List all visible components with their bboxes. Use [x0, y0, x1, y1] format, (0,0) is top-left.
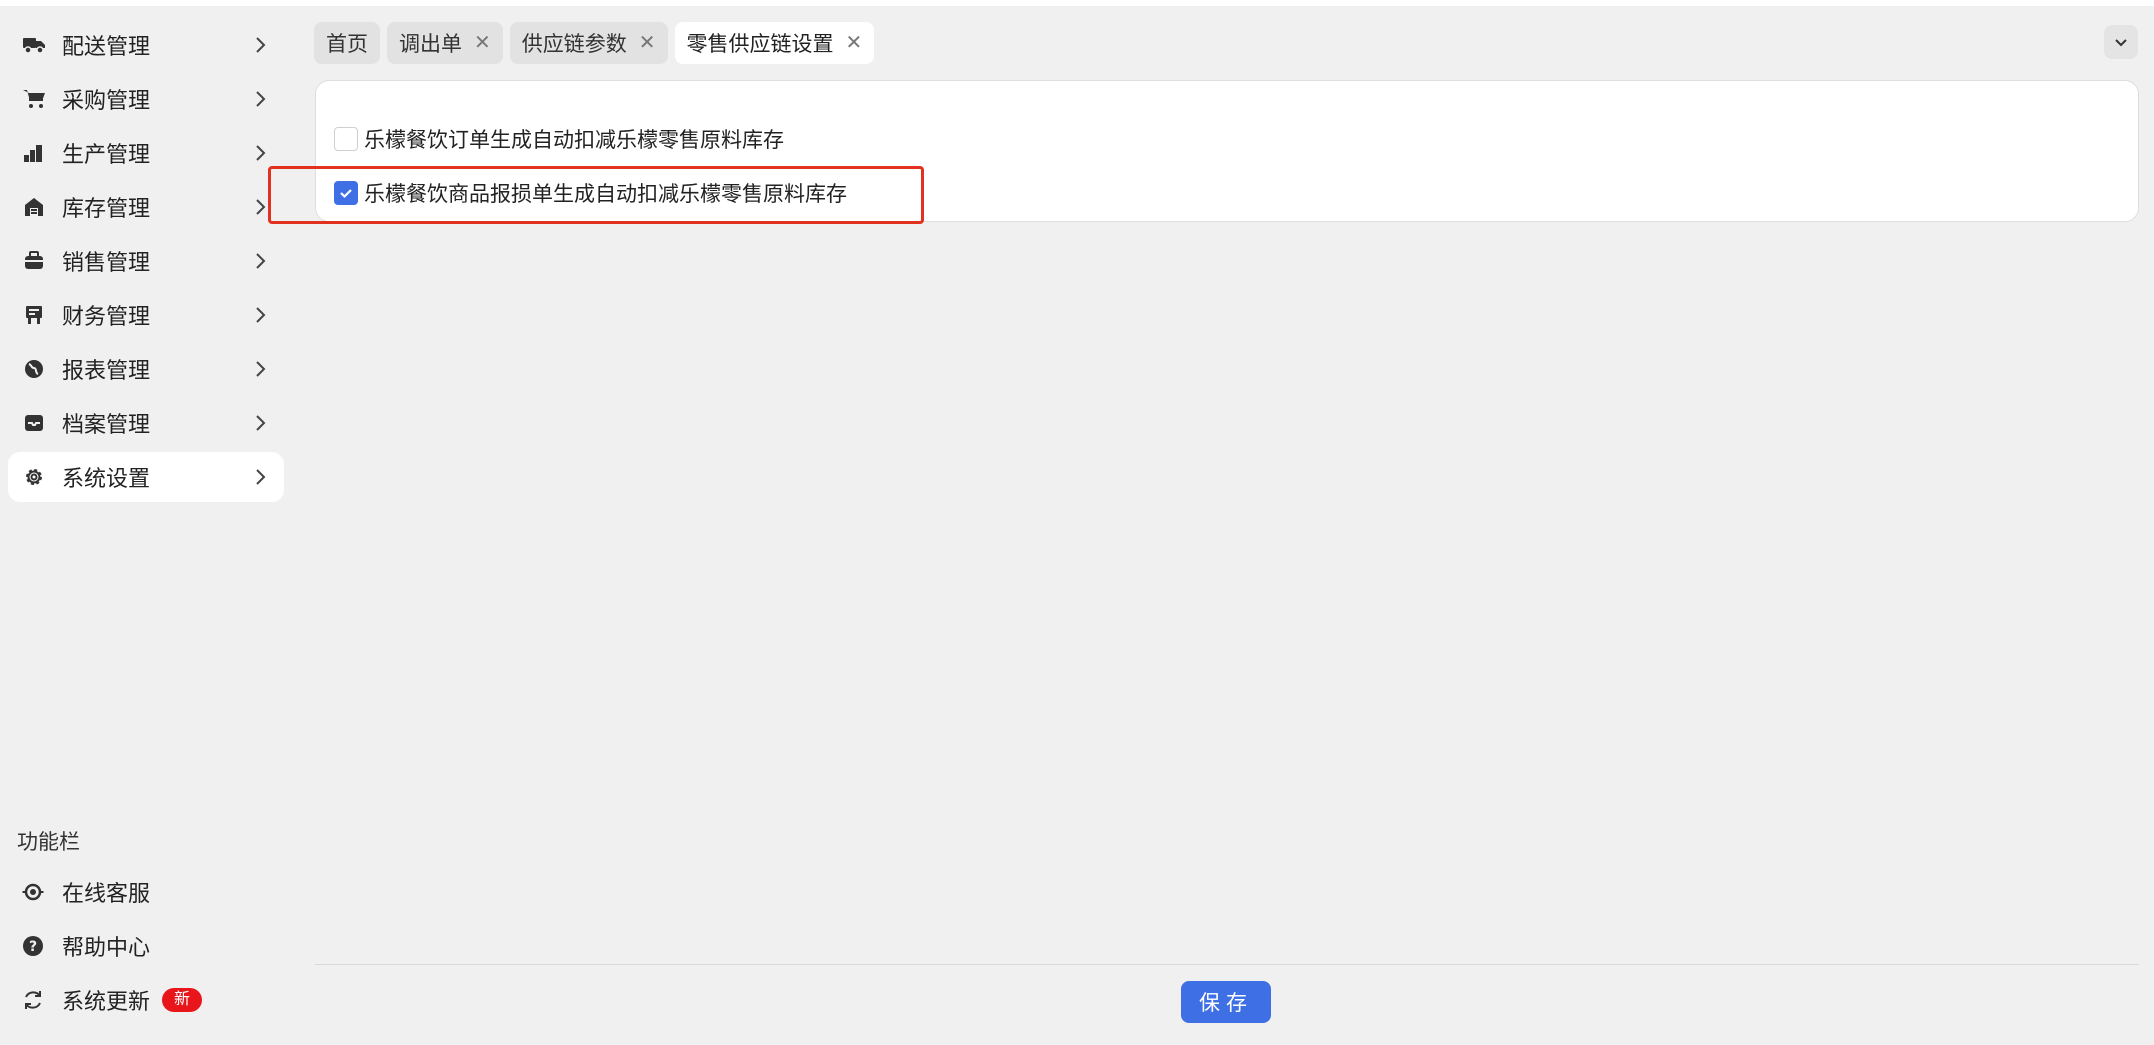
chevron-right-icon [256, 91, 266, 107]
sidebar-item-label: 系统设置 [62, 466, 151, 491]
tab-transfer-out[interactable]: 调出单 ✕ [387, 22, 503, 64]
sidebar-item-label: 销售管理 [62, 250, 151, 275]
footer-divider [315, 964, 2139, 965]
chevron-right-icon [256, 469, 266, 485]
sidebar-item-finance[interactable]: 财务管理 [8, 290, 284, 340]
gear-icon [22, 465, 46, 489]
system-update-item[interactable]: 系统更新 新 [8, 978, 284, 1022]
new-badge: 新 [162, 988, 203, 1012]
truck-icon [22, 33, 46, 57]
tabs-dropdown-button[interactable] [2104, 25, 2138, 59]
chevron-down-icon [2115, 39, 2127, 47]
sidebar-item-inventory[interactable]: 库存管理 [8, 182, 284, 232]
close-icon[interactable]: ✕ [846, 33, 863, 53]
chevron-right-icon [256, 145, 266, 161]
help-icon: ? [20, 933, 46, 959]
sidebar-item-purchase[interactable]: 采购管理 [8, 74, 284, 124]
sidebar-item-label: 生产管理 [62, 142, 151, 167]
refresh-icon [20, 987, 46, 1013]
customer-service-icon [20, 879, 46, 905]
chevron-right-icon [256, 361, 266, 377]
tab-retail-supply-chain-settings[interactable]: 零售供应链设置 ✕ [674, 22, 875, 64]
chevron-right-icon [256, 415, 266, 431]
tab-label: 供应链参数 [521, 33, 627, 56]
save-button[interactable]: 保存 [1181, 981, 1271, 1023]
sidebar-item-label: 采购管理 [62, 88, 151, 113]
sidebar-item-archives[interactable]: 档案管理 [8, 398, 284, 448]
svg-text:?: ? [29, 939, 37, 955]
online-service-label: 在线客服 [62, 881, 151, 906]
sidebar-item-delivery[interactable]: 配送管理 [8, 20, 284, 70]
system-update-label: 系统更新 [62, 989, 151, 1014]
sidebar-item-label: 库存管理 [62, 196, 151, 221]
close-icon[interactable]: ✕ [639, 33, 656, 53]
option-label: 乐檬餐饮订单生成自动扣减乐檬零售原料库存 [364, 129, 784, 152]
sidebar-item-reports[interactable]: 报表管理 [8, 344, 284, 394]
highlight-box [268, 166, 924, 224]
chevron-right-icon [256, 253, 266, 269]
sidebar: 配送管理 采购管理 生产管理 库存管理 销售管理 财务管理 报表管理 档案管理 … [0, 6, 296, 1045]
checkbox[interactable] [334, 127, 358, 151]
sidebar-item-production[interactable]: 生产管理 [8, 128, 284, 178]
tab-label: 首页 [326, 33, 368, 56]
sidebar-item-label: 配送管理 [62, 34, 151, 59]
sidebar-item-label: 财务管理 [62, 304, 151, 329]
briefcase-icon [22, 249, 46, 273]
help-center-item[interactable]: ? 帮助中心 [8, 924, 284, 968]
finance-icon [22, 303, 46, 327]
tab-label: 调出单 [399, 33, 462, 56]
tab-label: 零售供应链设置 [686, 33, 834, 56]
function-bar-title: 功能栏 [17, 831, 80, 854]
option-order-deduct[interactable]: 乐檬餐饮订单生成自动扣减乐檬零售原料库存 [334, 124, 784, 154]
chevron-right-icon [256, 37, 266, 53]
help-center-label: 帮助中心 [62, 935, 151, 960]
sidebar-item-sales[interactable]: 销售管理 [8, 236, 284, 286]
archive-icon [22, 411, 46, 435]
chevron-right-icon [256, 307, 266, 323]
sidebar-item-system-settings[interactable]: 系统设置 [8, 452, 284, 502]
warehouse-icon [22, 195, 46, 219]
tab-supply-chain-params[interactable]: 供应链参数 ✕ [509, 22, 668, 64]
sidebar-item-label: 报表管理 [62, 358, 151, 383]
factory-icon [22, 141, 46, 165]
globe-icon [22, 357, 46, 381]
close-icon[interactable]: ✕ [474, 33, 491, 53]
sidebar-item-label: 档案管理 [62, 412, 151, 437]
tab-bar: 首页 调出单 ✕ 供应链参数 ✕ 零售供应链设置 ✕ [314, 22, 881, 64]
tab-home[interactable]: 首页 [314, 22, 380, 64]
online-service-item[interactable]: 在线客服 [8, 870, 284, 914]
cart-icon [22, 87, 46, 111]
